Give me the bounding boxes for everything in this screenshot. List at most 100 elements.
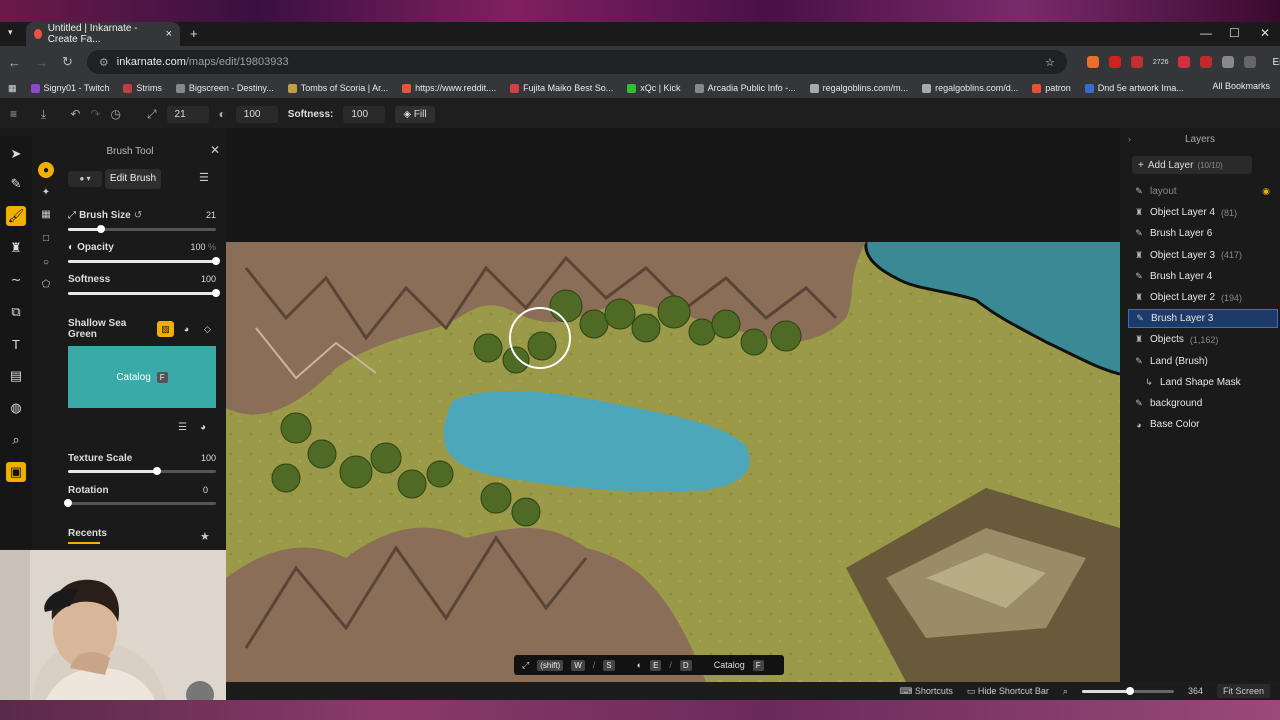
- favorites-star-icon[interactable]: ★: [200, 530, 210, 543]
- layer-item[interactable]: ♜ Object Layer 3 (417): [1128, 246, 1278, 265]
- bookmark-item[interactable]: regalgoblins.com/m...: [809, 83, 908, 93]
- rotation-slider[interactable]: [64, 499, 216, 507]
- layer-item[interactable]: ♜ Object Layer 4 (81): [1128, 203, 1278, 222]
- maximize-icon[interactable]: ☐: [1229, 26, 1240, 40]
- sliders-icon[interactable]: ☰: [199, 171, 209, 184]
- back-icon[interactable]: ←: [8, 55, 21, 70]
- shape-tool-icon[interactable]: ⧉: [6, 302, 26, 322]
- apps-icon[interactable]: ▦: [8, 83, 17, 94]
- close-tab-icon[interactable]: ×: [166, 28, 172, 40]
- download-icon[interactable]: ⤓: [41, 107, 46, 122]
- minimize-icon[interactable]: —: [1200, 26, 1212, 40]
- bookmark-item[interactable]: regalgoblins.com/d...: [922, 83, 1018, 93]
- extension-icon[interactable]: [1108, 56, 1121, 68]
- recents-tab[interactable]: Recents: [68, 528, 107, 539]
- save-icon[interactable]: ▣: [6, 462, 26, 482]
- softness-value[interactable]: 100: [201, 274, 216, 284]
- texture-scale-value[interactable]: 100: [201, 453, 216, 463]
- menu-icon[interactable]: ≡: [10, 107, 17, 121]
- brush-size-value[interactable]: 21: [206, 210, 216, 220]
- fill-button[interactable]: ◈ Fill: [395, 105, 435, 123]
- slider-handle[interactable]: [64, 499, 72, 507]
- opacity-input[interactable]: 100: [235, 105, 278, 123]
- softness-slider[interactable]: [68, 289, 220, 297]
- layer-item[interactable]: ✎ background: [1128, 394, 1278, 413]
- softness-input[interactable]: 100: [343, 105, 386, 123]
- layer-item[interactable]: ♜ Object Layer 2 (194): [1128, 288, 1278, 307]
- layer-item[interactable]: ◕ Base Color: [1128, 415, 1278, 434]
- bookmark-item[interactable]: https://www.reddit....: [402, 83, 496, 93]
- select-tool-icon[interactable]: ➤: [6, 144, 26, 164]
- tab-list-icon[interactable]: ▾: [8, 27, 13, 38]
- layer-item[interactable]: ✎ Brush Layer 6: [1128, 224, 1278, 243]
- bookmark-item[interactable]: Bigscreen - Destiny...: [175, 83, 274, 93]
- redo-icon[interactable]: ↷: [90, 107, 100, 121]
- bookmark-item[interactable]: Arcadia Public Info -...: [694, 83, 796, 93]
- extension-icon[interactable]: [1178, 56, 1191, 68]
- stamp-mode-icon[interactable]: ✦: [38, 184, 54, 200]
- globe-tool-icon[interactable]: ◍: [6, 398, 26, 418]
- bookmark-item[interactable]: Strims: [123, 83, 162, 93]
- all-bookmarks[interactable]: All Bookmarks: [1212, 81, 1270, 91]
- hide-shortcut-bar-button[interactable]: ▭ Hide Shortcut Bar: [967, 686, 1049, 697]
- paint-mode-icon[interactable]: ●: [38, 162, 54, 178]
- map-drawing[interactable]: [226, 128, 1120, 682]
- undo-icon[interactable]: ↶: [70, 107, 80, 121]
- pen-tool-icon[interactable]: ✎: [6, 174, 26, 194]
- brush-size-input[interactable]: 21: [166, 105, 209, 123]
- history-icon[interactable]: ◷: [110, 107, 120, 121]
- collapse-icon[interactable]: ›: [1128, 134, 1131, 144]
- close-icon[interactable]: ✕: [210, 143, 220, 157]
- texture-palette-icon[interactable]: ◕: [200, 422, 206, 433]
- square-shape-icon[interactable]: □: [38, 230, 54, 246]
- text-tool-icon[interactable]: T: [6, 334, 26, 354]
- add-layer-button[interactable]: + Add Layer (10/10): [1132, 156, 1252, 174]
- extension-icon[interactable]: [1130, 56, 1143, 68]
- palette-icon[interactable]: ◕: [178, 321, 195, 337]
- star-icon[interactable]: ☆: [1045, 56, 1055, 69]
- visibility-icon[interactable]: ◉: [1262, 186, 1270, 197]
- slider-handle[interactable]: [96, 225, 105, 233]
- shortcuts-button[interactable]: ⌨ Shortcuts: [899, 686, 953, 697]
- layer-item[interactable]: ♜ Objects (1,162): [1128, 330, 1278, 349]
- error-label[interactable]: Error: [1266, 55, 1280, 70]
- edit-brush-button[interactable]: Edit Brush: [105, 169, 161, 189]
- opacity-value[interactable]: 100: [190, 242, 205, 252]
- zoom-value[interactable]: 364: [1188, 686, 1203, 696]
- url-field[interactable]: ⚙ inkarnate.com/maps/edit/19803933 ☆: [86, 50, 1067, 74]
- extension-icon[interactable]: [1086, 56, 1099, 68]
- zoom-tool-icon[interactable]: ⌕: [6, 430, 26, 450]
- layer-item[interactable]: ✎ Brush Layer 3: [1128, 309, 1278, 329]
- slider-handle[interactable]: [1125, 686, 1134, 695]
- puzzle-icon[interactable]: [1222, 56, 1235, 68]
- extension-badge[interactable]: 2726: [1153, 59, 1169, 66]
- bookmark-item[interactable]: Tombs of Scoria | Ar...: [287, 83, 388, 93]
- bookmark-item[interactable]: xQc | Kick: [627, 83, 681, 93]
- forward-icon[interactable]: →: [35, 55, 48, 70]
- bookmark-item[interactable]: patron: [1032, 83, 1071, 93]
- bookmark-item[interactable]: Signy01 - Twitch: [30, 83, 109, 93]
- texture-scale-slider[interactable]: [68, 467, 216, 475]
- reset-icon[interactable]: ↺: [134, 210, 142, 221]
- eraser-icon[interactable]: ◇: [199, 321, 216, 337]
- layer-item[interactable]: ↳ Land Shape Mask: [1128, 373, 1278, 392]
- browser-tab[interactable]: Untitled | Inkarnate - Create Fa... ×: [26, 22, 180, 46]
- reload-icon[interactable]: ↻: [62, 54, 73, 70]
- circle-shape-icon[interactable]: ○: [38, 254, 54, 270]
- opacity-slider[interactable]: [68, 257, 220, 265]
- layer-item[interactable]: ✎ Brush Layer 4: [1128, 267, 1278, 286]
- brush-preview[interactable]: ● ▾: [68, 171, 102, 187]
- rotation-value[interactable]: 0: [203, 485, 208, 495]
- stamp-tool-icon[interactable]: ♜: [6, 238, 26, 258]
- bookmark-item[interactable]: Dnd 5e artwork Ima...: [1084, 83, 1184, 93]
- new-tab-icon[interactable]: +: [190, 26, 198, 41]
- close-window-icon[interactable]: ✕: [1260, 26, 1270, 40]
- layer-item[interactable]: ✎ Land (Brush): [1128, 352, 1278, 371]
- polygon-shape-icon[interactable]: ⬠: [38, 276, 54, 292]
- brush-tool-icon[interactable]: 🖌: [6, 206, 26, 226]
- bookmark-item[interactable]: Fujita Maiko Best So...: [510, 83, 613, 93]
- fit-screen-button[interactable]: Fit Screen: [1216, 684, 1270, 698]
- pattern-mode-icon[interactable]: ▦: [38, 206, 54, 222]
- map-canvas[interactable]: ⤢ (shift) W / S ◐ E / D Catalog F: [226, 128, 1120, 682]
- profile-icon[interactable]: [1244, 56, 1257, 68]
